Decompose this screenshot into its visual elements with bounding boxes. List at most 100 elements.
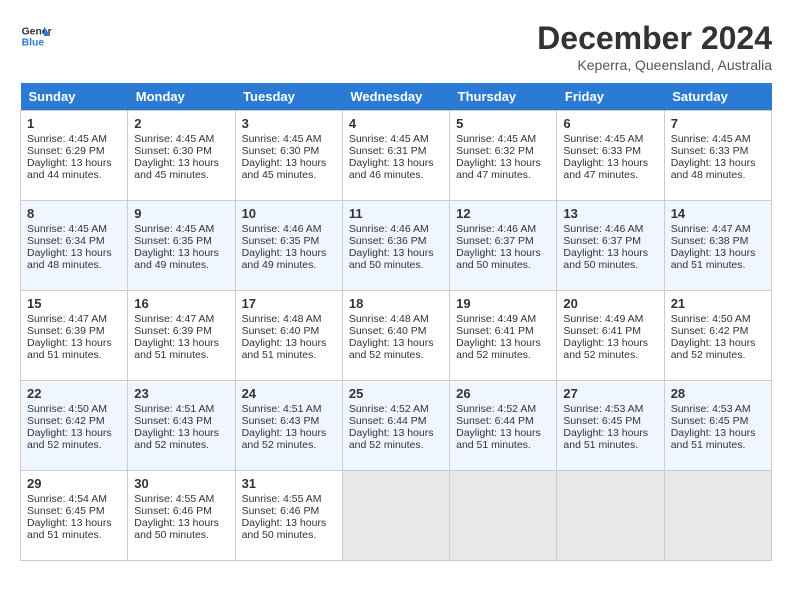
table-row: 14 Sunrise: 4:47 AM Sunset: 6:38 PM Dayl… bbox=[664, 201, 771, 291]
table-row: 28 Sunrise: 4:53 AM Sunset: 6:45 PM Dayl… bbox=[664, 381, 771, 471]
table-row: 7 Sunrise: 4:45 AM Sunset: 6:33 PM Dayli… bbox=[664, 111, 771, 201]
table-row: 2 Sunrise: 4:45 AM Sunset: 6:30 PM Dayli… bbox=[128, 111, 235, 201]
sunrise-text: Sunrise: 4:51 AM bbox=[242, 403, 322, 415]
sunrise-text: Sunrise: 4:45 AM bbox=[134, 133, 214, 145]
day-number: 6 bbox=[563, 116, 657, 131]
table-row: 4 Sunrise: 4:45 AM Sunset: 6:31 PM Dayli… bbox=[342, 111, 449, 201]
sunrise-text: Sunrise: 4:50 AM bbox=[27, 403, 107, 415]
day-number: 4 bbox=[349, 116, 443, 131]
table-row: 11 Sunrise: 4:46 AM Sunset: 6:36 PM Dayl… bbox=[342, 201, 449, 291]
sunset-text: Sunset: 6:35 PM bbox=[134, 235, 212, 247]
day-number: 9 bbox=[134, 206, 228, 221]
day-number: 12 bbox=[456, 206, 550, 221]
sunset-text: Sunset: 6:42 PM bbox=[27, 415, 105, 427]
table-row: 21 Sunrise: 4:50 AM Sunset: 6:42 PM Dayl… bbox=[664, 291, 771, 381]
daylight-text: Daylight: 13 hours and 52 minutes. bbox=[456, 337, 541, 361]
daylight-text: Daylight: 13 hours and 50 minutes. bbox=[349, 247, 434, 271]
day-number: 13 bbox=[563, 206, 657, 221]
day-number: 22 bbox=[27, 386, 121, 401]
sunset-text: Sunset: 6:29 PM bbox=[27, 145, 105, 157]
day-number: 16 bbox=[134, 296, 228, 311]
day-number: 18 bbox=[349, 296, 443, 311]
table-row: 30 Sunrise: 4:55 AM Sunset: 6:46 PM Dayl… bbox=[128, 471, 235, 561]
sunset-text: Sunset: 6:46 PM bbox=[242, 505, 320, 517]
daylight-text: Daylight: 13 hours and 52 minutes. bbox=[134, 427, 219, 451]
sunset-text: Sunset: 6:39 PM bbox=[27, 325, 105, 337]
col-friday: Friday bbox=[557, 83, 664, 111]
day-number: 30 bbox=[134, 476, 228, 491]
sunrise-text: Sunrise: 4:48 AM bbox=[242, 313, 322, 325]
day-number: 24 bbox=[242, 386, 336, 401]
day-number: 20 bbox=[563, 296, 657, 311]
sunrise-text: Sunrise: 4:49 AM bbox=[563, 313, 643, 325]
table-row: 16 Sunrise: 4:47 AM Sunset: 6:39 PM Dayl… bbox=[128, 291, 235, 381]
daylight-text: Daylight: 13 hours and 45 minutes. bbox=[242, 157, 327, 181]
table-row: 17 Sunrise: 4:48 AM Sunset: 6:40 PM Dayl… bbox=[235, 291, 342, 381]
sunrise-text: Sunrise: 4:45 AM bbox=[242, 133, 322, 145]
sunset-text: Sunset: 6:45 PM bbox=[563, 415, 641, 427]
table-row: 24 Sunrise: 4:51 AM Sunset: 6:43 PM Dayl… bbox=[235, 381, 342, 471]
sunset-text: Sunset: 6:30 PM bbox=[134, 145, 212, 157]
day-number: 25 bbox=[349, 386, 443, 401]
daylight-text: Daylight: 13 hours and 44 minutes. bbox=[27, 157, 112, 181]
sunrise-text: Sunrise: 4:47 AM bbox=[134, 313, 214, 325]
table-row: 1 Sunrise: 4:45 AM Sunset: 6:29 PM Dayli… bbox=[21, 111, 128, 201]
header-row: Sunday Monday Tuesday Wednesday Thursday… bbox=[21, 83, 772, 111]
table-row: 20 Sunrise: 4:49 AM Sunset: 6:41 PM Dayl… bbox=[557, 291, 664, 381]
day-number: 11 bbox=[349, 206, 443, 221]
col-thursday: Thursday bbox=[450, 83, 557, 111]
daylight-text: Daylight: 13 hours and 50 minutes. bbox=[242, 517, 327, 541]
col-saturday: Saturday bbox=[664, 83, 771, 111]
sunrise-text: Sunrise: 4:48 AM bbox=[349, 313, 429, 325]
daylight-text: Daylight: 13 hours and 48 minutes. bbox=[27, 247, 112, 271]
table-row: 26 Sunrise: 4:52 AM Sunset: 6:44 PM Dayl… bbox=[450, 381, 557, 471]
sunrise-text: Sunrise: 4:53 AM bbox=[563, 403, 643, 415]
day-number: 5 bbox=[456, 116, 550, 131]
sunset-text: Sunset: 6:30 PM bbox=[242, 145, 320, 157]
daylight-text: Daylight: 13 hours and 51 minutes. bbox=[563, 427, 648, 451]
daylight-text: Daylight: 13 hours and 51 minutes. bbox=[27, 337, 112, 361]
daylight-text: Daylight: 13 hours and 47 minutes. bbox=[456, 157, 541, 181]
sunset-text: Sunset: 6:41 PM bbox=[563, 325, 641, 337]
daylight-text: Daylight: 13 hours and 51 minutes. bbox=[456, 427, 541, 451]
sunrise-text: Sunrise: 4:53 AM bbox=[671, 403, 751, 415]
table-row: 3 Sunrise: 4:45 AM Sunset: 6:30 PM Dayli… bbox=[235, 111, 342, 201]
sunset-text: Sunset: 6:33 PM bbox=[671, 145, 749, 157]
logo-icon: General Blue bbox=[20, 20, 52, 52]
daylight-text: Daylight: 13 hours and 50 minutes. bbox=[563, 247, 648, 271]
sunset-text: Sunset: 6:40 PM bbox=[242, 325, 320, 337]
sunrise-text: Sunrise: 4:50 AM bbox=[671, 313, 751, 325]
day-number: 7 bbox=[671, 116, 765, 131]
logo: General Blue bbox=[20, 20, 52, 52]
sunset-text: Sunset: 6:45 PM bbox=[27, 505, 105, 517]
table-row: 22 Sunrise: 4:50 AM Sunset: 6:42 PM Dayl… bbox=[21, 381, 128, 471]
table-row: 13 Sunrise: 4:46 AM Sunset: 6:37 PM Dayl… bbox=[557, 201, 664, 291]
daylight-text: Daylight: 13 hours and 51 minutes. bbox=[671, 427, 756, 451]
daylight-text: Daylight: 13 hours and 52 minutes. bbox=[563, 337, 648, 361]
calendar-week-3: 15 Sunrise: 4:47 AM Sunset: 6:39 PM Dayl… bbox=[21, 291, 772, 381]
day-number: 23 bbox=[134, 386, 228, 401]
sunrise-text: Sunrise: 4:52 AM bbox=[349, 403, 429, 415]
sunrise-text: Sunrise: 4:47 AM bbox=[27, 313, 107, 325]
calendar-week-4: 22 Sunrise: 4:50 AM Sunset: 6:42 PM Dayl… bbox=[21, 381, 772, 471]
location-title: Keperra, Queensland, Australia bbox=[537, 57, 772, 73]
col-monday: Monday bbox=[128, 83, 235, 111]
calendar-week-1: 1 Sunrise: 4:45 AM Sunset: 6:29 PM Dayli… bbox=[21, 111, 772, 201]
table-row: 15 Sunrise: 4:47 AM Sunset: 6:39 PM Dayl… bbox=[21, 291, 128, 381]
sunset-text: Sunset: 6:36 PM bbox=[349, 235, 427, 247]
col-tuesday: Tuesday bbox=[235, 83, 342, 111]
sunrise-text: Sunrise: 4:49 AM bbox=[456, 313, 536, 325]
svg-text:Blue: Blue bbox=[22, 38, 45, 49]
table-row: 19 Sunrise: 4:49 AM Sunset: 6:41 PM Dayl… bbox=[450, 291, 557, 381]
daylight-text: Daylight: 13 hours and 48 minutes. bbox=[671, 157, 756, 181]
sunset-text: Sunset: 6:45 PM bbox=[671, 415, 749, 427]
sunrise-text: Sunrise: 4:45 AM bbox=[349, 133, 429, 145]
day-number: 28 bbox=[671, 386, 765, 401]
sunset-text: Sunset: 6:38 PM bbox=[671, 235, 749, 247]
sunset-text: Sunset: 6:46 PM bbox=[134, 505, 212, 517]
sunset-text: Sunset: 6:37 PM bbox=[563, 235, 641, 247]
header: General Blue December 2024 Keperra, Quee… bbox=[20, 20, 772, 73]
sunrise-text: Sunrise: 4:55 AM bbox=[242, 493, 322, 505]
calendar-week-2: 8 Sunrise: 4:45 AM Sunset: 6:34 PM Dayli… bbox=[21, 201, 772, 291]
table-row: 9 Sunrise: 4:45 AM Sunset: 6:35 PM Dayli… bbox=[128, 201, 235, 291]
